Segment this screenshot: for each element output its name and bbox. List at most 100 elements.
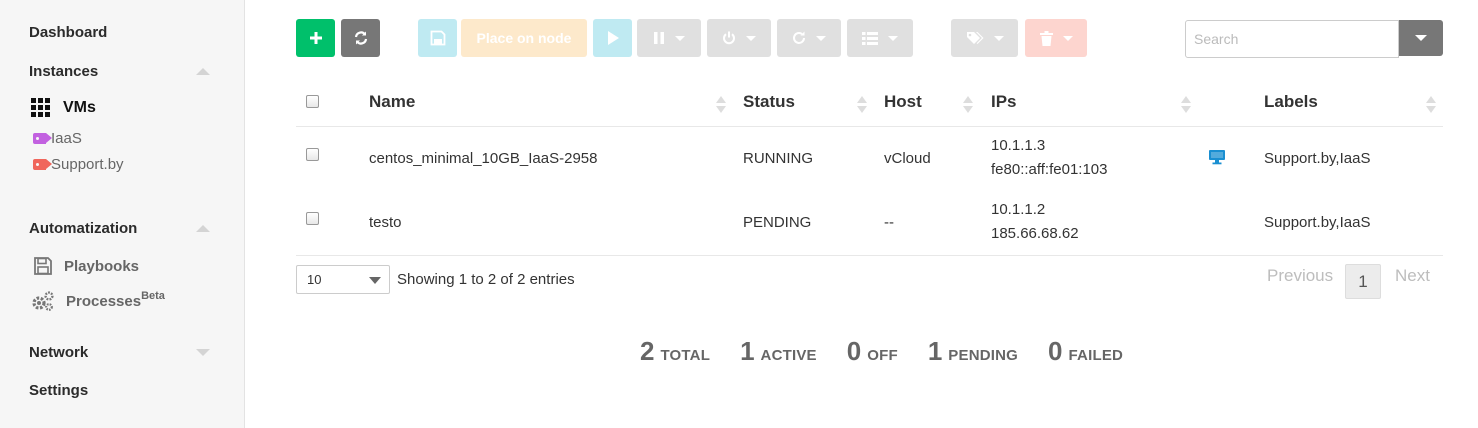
table-info: Showing 1 to 2 of 2 entries <box>397 271 575 288</box>
summary-label: OFF <box>867 347 898 364</box>
pagination-previous[interactable]: Previous <box>1267 266 1333 286</box>
vm-name[interactable]: centos_minimal_10GB_IaaS-2958 <box>369 150 597 167</box>
gears-icon <box>32 291 54 311</box>
sort-icon[interactable] <box>1181 96 1191 113</box>
floppy-disk-icon <box>34 257 52 275</box>
place-on-node-button[interactable]: Place on node <box>461 19 587 57</box>
summary-total: 2 TOTAL <box>640 336 710 367</box>
column-header-ips[interactable]: IPs <box>991 92 1017 112</box>
nav-network[interactable]: Network <box>29 344 88 361</box>
row-checkbox[interactable] <box>306 212 319 225</box>
play-button[interactable] <box>593 19 632 57</box>
summary-failed: 0 FAILED <box>1048 336 1123 367</box>
vm-ip: 10.1.1.3 <box>991 137 1046 154</box>
summary-count: 0 <box>846 336 862 366</box>
nav-automatization[interactable]: Automatization <box>29 220 137 237</box>
sort-icon[interactable] <box>857 96 867 113</box>
trash-icon <box>1039 30 1053 46</box>
vm-ip: fe80::aff:fe01:103 <box>991 161 1108 178</box>
sort-icon[interactable] <box>1426 96 1436 113</box>
divider <box>296 126 1443 127</box>
column-header-name[interactable]: Name <box>369 92 415 112</box>
nav-processes[interactable]: Processes Beta <box>31 290 165 312</box>
pagination-page[interactable]: 1 <box>1345 264 1381 299</box>
chevron-down-icon <box>993 35 1004 41</box>
chevron-down-icon <box>816 35 826 41</box>
summary-count: 1 <box>927 336 943 366</box>
plus-icon <box>309 32 322 44</box>
summary-label: ACTIVE <box>760 347 817 364</box>
nav-dashboard[interactable]: Dashboard <box>29 24 107 41</box>
chevron-down-icon <box>1415 35 1427 41</box>
vm-summary: 2 TOTAL 1 ACTIVE 0 OFF 1 PENDING 0 FAILE… <box>640 336 1153 367</box>
vnc-monitor-icon[interactable] <box>1208 149 1226 165</box>
nav-tag-support-by[interactable]: Support.by <box>33 156 124 173</box>
divider <box>296 255 1443 256</box>
summary-count: 2 <box>640 336 655 366</box>
power-icon <box>723 31 735 45</box>
list-icon <box>862 31 878 45</box>
delete-dropdown-button[interactable] <box>1025 19 1087 57</box>
vm-host: vCloud <box>884 150 931 167</box>
vm-labels: Support.by,IaaS <box>1264 150 1371 167</box>
nav-playbooks-label: Playbooks <box>64 257 140 275</box>
save-button[interactable] <box>418 19 457 57</box>
tag-icon <box>33 159 52 170</box>
reboot-dropdown-button[interactable] <box>777 19 841 57</box>
vm-ip: 185.66.68.62 <box>991 225 1079 242</box>
search-input[interactable] <box>1185 20 1399 58</box>
automatization-collapse-icon[interactable] <box>196 225 210 232</box>
floppy-disk-icon <box>430 30 445 46</box>
summary-label: TOTAL <box>660 347 711 364</box>
select-all-checkbox[interactable] <box>306 95 319 108</box>
sort-icon[interactable] <box>716 96 726 113</box>
vm-name[interactable]: testo <box>369 214 402 231</box>
nav-playbooks[interactable]: Playbooks <box>33 256 139 276</box>
chevron-down-icon <box>888 35 898 41</box>
vm-labels: Support.by,IaaS <box>1264 214 1371 231</box>
summary-label: FAILED <box>1068 347 1124 364</box>
nav-processes-label: Processes <box>66 292 142 310</box>
row-checkbox[interactable] <box>306 148 319 161</box>
vm-host: -- <box>884 214 894 231</box>
column-header-host[interactable]: Host <box>884 92 922 112</box>
power-dropdown-button[interactable] <box>707 19 771 57</box>
summary-count: 1 <box>740 336 755 366</box>
refresh-button[interactable] <box>341 19 380 57</box>
chevron-down-icon <box>1062 35 1073 41</box>
nav-vms[interactable]: VMs <box>31 98 96 117</box>
summary-pending: 1 PENDING <box>928 336 1018 367</box>
beta-badge: Beta <box>141 290 165 302</box>
network-expand-icon[interactable] <box>196 349 210 356</box>
page-length-select[interactable]: 10 <box>296 265 390 294</box>
tag-icon <box>33 133 52 144</box>
search-options-button[interactable] <box>1399 20 1443 56</box>
chevron-down-icon <box>746 35 756 41</box>
column-header-labels[interactable]: Labels <box>1264 92 1318 112</box>
chevron-down-icon <box>675 35 685 41</box>
sort-icon[interactable] <box>963 96 973 113</box>
play-icon <box>607 31 619 45</box>
list-dropdown-button[interactable] <box>847 19 913 57</box>
nav-vms-label: VMs <box>63 98 96 116</box>
tag-label: IaaS <box>51 130 82 147</box>
nav-settings[interactable]: Settings <box>29 382 88 399</box>
instances-collapse-icon[interactable] <box>196 68 210 75</box>
grid-icon <box>31 98 50 117</box>
pause-dropdown-button[interactable] <box>637 19 701 57</box>
column-header-status[interactable]: Status <box>743 92 795 112</box>
nav-instances[interactable]: Instances <box>29 63 98 80</box>
vm-ip: 10.1.1.2 <box>991 201 1046 218</box>
vm-status: PENDING <box>743 214 812 231</box>
tags-dropdown-button[interactable] <box>951 19 1018 57</box>
tag-label: Support.by <box>51 156 124 173</box>
summary-label: PENDING <box>948 347 1019 364</box>
sidebar: Dashboard Instances VMs IaaS Support.by … <box>0 0 245 428</box>
nav-tag-iaas[interactable]: IaaS <box>33 130 82 147</box>
add-button[interactable] <box>296 19 335 57</box>
summary-count: 0 <box>1048 336 1063 366</box>
summary-active: 1 ACTIVE <box>740 336 817 367</box>
refresh-icon <box>354 31 367 45</box>
chevron-down-icon <box>369 277 381 284</box>
pagination-next[interactable]: Next <box>1395 266 1430 286</box>
